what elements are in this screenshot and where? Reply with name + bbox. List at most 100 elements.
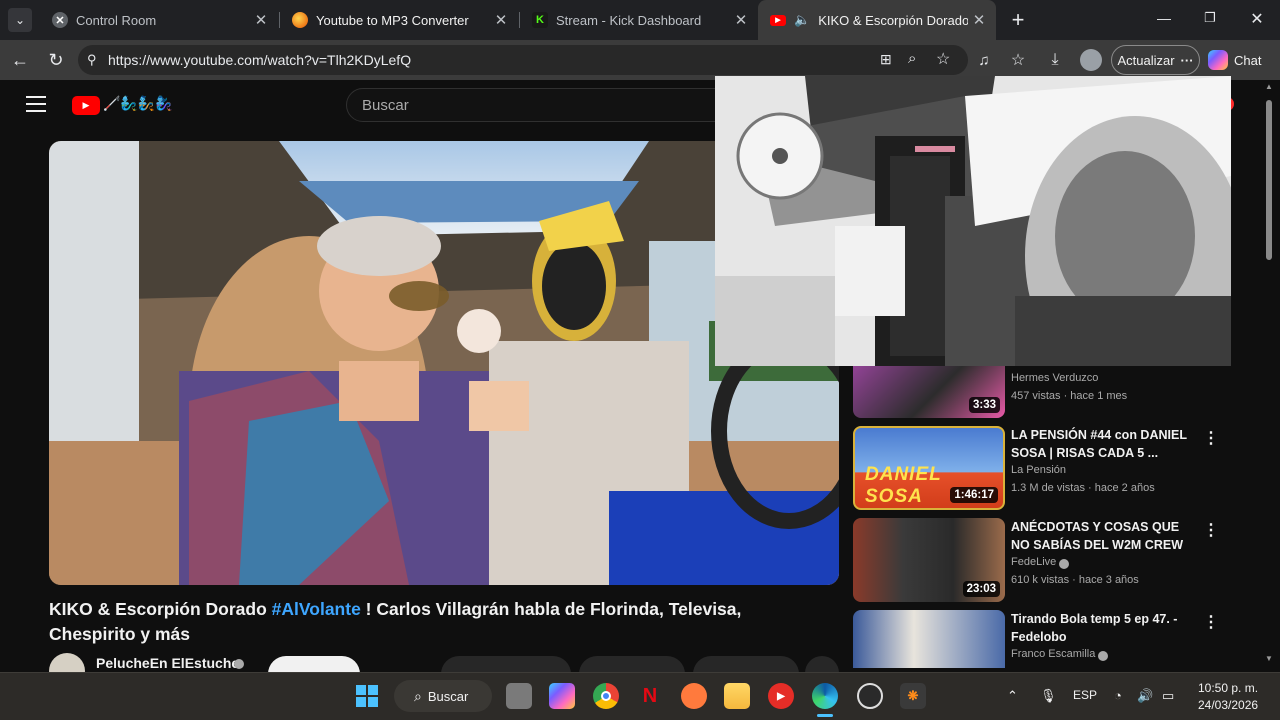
recommendation-item[interactable]: DANIEL SOSA 1:46:17 LA PENSIÓN #44 con D… [853, 426, 1225, 510]
youtube-favicon: ▶ [770, 14, 786, 26]
scrollbar-thumb[interactable] [1266, 100, 1272, 260]
back-arrow-icon[interactable]: ← [8, 48, 32, 72]
search-icon: ⌕ [414, 687, 422, 704]
browser-tab-strip: ⌄ ✕ Control Room ✕ Youtube to MP3 Conver… [0, 0, 1280, 40]
favorites-icon[interactable]: ☆ [1006, 48, 1030, 72]
more-menu-icon: ··· [1180, 52, 1194, 68]
search-input[interactable]: Buscar [346, 88, 726, 122]
restore-window-icon[interactable]: ❐ [1198, 10, 1222, 30]
video-title: KIKO & Escorpión Dorado #AlVolante ! Car… [49, 597, 829, 647]
active-app-indicator [817, 714, 833, 717]
clock-date[interactable]: 24/03/2026 [1198, 698, 1258, 712]
profile-avatar[interactable] [1080, 49, 1102, 71]
youtube-doodle-emoji: 🦯🧞‍♂️🧞🧞‍♀️ [103, 95, 173, 111]
address-bar[interactable]: ⚲ https://www.youtube.com/watch?v=Tlh2KD… [78, 45, 968, 75]
scroll-down-arrow-icon[interactable]: ▼ [1265, 654, 1273, 663]
verified-badge-icon [1059, 559, 1069, 569]
youtube-logo[interactable]: ▶ [72, 96, 100, 115]
chrome-icon[interactable] [593, 683, 619, 709]
video-title[interactable]: LA PENSIÓN #44 con DANIEL SOSA | RISAS C… [1011, 426, 1201, 462]
speaker-icon[interactable]: 🔈 [794, 12, 810, 28]
show-hidden-icons-icon[interactable]: ⌃ [1007, 688, 1018, 704]
taskbar-search-label: Buscar [427, 688, 469, 704]
channel-name[interactable]: FedeLive [1011, 556, 1056, 568]
video-title-text: KIKO & Escorpión Dorado [49, 599, 272, 619]
windows-start-icon[interactable] [354, 683, 380, 709]
video-thumbnail[interactable]: 3:33 [853, 366, 1005, 418]
streaming-app-icon[interactable] [681, 683, 707, 709]
converter-favicon [292, 12, 308, 28]
recommendation-item[interactable]: Tirando Bola temp 5 ep 47. - Fedelobo Fr… [853, 610, 1225, 668]
hashtag-link[interactable]: #AlVolante [272, 599, 361, 619]
tab-youtube-video[interactable]: ▶ 🔈 KIKO & Escorpión Dorado #Al ✕ [758, 0, 996, 40]
channel-name[interactable]: PelucheEn ElEstuche [96, 655, 239, 671]
wifi-icon[interactable]: ◔ [1114, 688, 1122, 703]
app-available-icon[interactable]: ⊞ [880, 51, 892, 68]
zoom-icon[interactable]: ⌕ [908, 50, 916, 67]
edge-browser-icon[interactable] [812, 683, 838, 709]
task-view-icon[interactable] [506, 683, 532, 709]
more-options-icon[interactable]: ⋮ [1203, 428, 1219, 448]
favorite-star-icon[interactable]: ☆ [936, 49, 950, 69]
downloads-icon[interactable]: ⤓ [1043, 48, 1067, 72]
video-thumbnail[interactable]: 23:03 [853, 518, 1005, 602]
close-tab-icon[interactable]: ✕ [250, 11, 272, 29]
video-meta: 610 k vistas · hace 3 años [1011, 574, 1139, 586]
close-tab-icon[interactable]: ✕ [490, 11, 512, 29]
video-meta: 1.3 M de vistas · hace 2 años [1011, 482, 1155, 494]
youtube-app-icon[interactable]: ▶ [768, 683, 794, 709]
channel-name[interactable]: La Pensión [1011, 464, 1066, 476]
copilot-icon [1208, 50, 1228, 70]
kick-favicon: K [532, 12, 548, 28]
channel-name[interactable]: Hermes Verduzco [1011, 372, 1098, 384]
control-room-favicon: ✕ [52, 12, 68, 28]
close-window-icon[interactable]: ✕ [1245, 9, 1269, 29]
hamburger-menu-icon[interactable] [26, 96, 46, 112]
obs-icon[interactable] [857, 683, 883, 709]
tab-control-room[interactable]: ✕ Control Room ✕ [40, 0, 278, 40]
clock-time[interactable]: 10:50 p. m. [1198, 681, 1258, 695]
update-browser-button[interactable]: Actualizar ··· [1111, 45, 1200, 75]
more-options-icon[interactable]: ⋮ [1203, 520, 1219, 540]
search-placeholder: Buscar [362, 96, 409, 114]
minimize-window-icon[interactable]: — [1152, 10, 1176, 30]
file-explorer-icon[interactable] [724, 683, 750, 709]
tab-title: Control Room [76, 12, 157, 28]
recommendation-item[interactable]: 23:03 ANÉCDOTAS Y COSAS QUE NO SABÍAS DE… [853, 518, 1225, 602]
browser-essentials-icon[interactable]: ♫ [972, 48, 996, 72]
copilot-chat-button[interactable]: Chat [1208, 45, 1274, 75]
duration-badge: 1:46:17 [950, 487, 998, 503]
fl-studio-icon[interactable]: ❋ [900, 683, 926, 709]
more-options-icon[interactable]: ⋮ [1203, 612, 1219, 632]
microphone-icon[interactable]: 🎙 [1040, 688, 1057, 704]
volume-icon[interactable]: 🔊 [1137, 688, 1153, 704]
video-thumbnail[interactable]: DANIEL SOSA 1:46:17 [853, 426, 1005, 510]
site-info-icon[interactable]: ⚲ [87, 52, 97, 68]
video-thumbnail[interactable] [853, 610, 1005, 668]
channel-name[interactable]: Franco Escamilla [1011, 648, 1095, 660]
recommendation-item[interactable]: 3:33 Hermes Verduzco 457 vistas · hace 1… [853, 366, 1225, 418]
verified-badge-icon [1098, 651, 1108, 661]
language-indicator[interactable]: ESP [1073, 688, 1097, 702]
netflix-icon[interactable]: N [637, 683, 663, 709]
channel-row: PelucheEn ElEstuche [49, 652, 839, 692]
tab-kick-dashboard[interactable]: K Stream - Kick Dashboard ✕ [520, 0, 758, 40]
copilot-taskbar-icon[interactable] [549, 683, 575, 709]
battery-icon[interactable]: ▭ [1162, 688, 1174, 704]
tab-title: Stream - Kick Dashboard [556, 12, 702, 28]
tab-title: KIKO & Escorpión Dorado #Al [818, 12, 968, 28]
close-tab-icon[interactable]: ✕ [968, 11, 990, 29]
video-title[interactable]: Tirando Bola temp 5 ep 47. - Fedelobo [1011, 610, 1201, 646]
tab-title: Youtube to MP3 Converter [316, 12, 469, 28]
webcam-image [715, 76, 1231, 366]
tab-list-dropdown-button[interactable]: ⌄ [8, 8, 32, 32]
reload-icon[interactable]: ↻ [44, 48, 68, 72]
page-scrollbar[interactable]: ▲ ▼ [1262, 80, 1276, 670]
taskbar-search[interactable]: ⌕ Buscar [394, 680, 492, 712]
close-tab-icon[interactable]: ✕ [730, 11, 752, 29]
scroll-up-arrow-icon[interactable]: ▲ [1265, 82, 1273, 91]
update-label: Actualizar [1117, 52, 1175, 68]
tab-youtube-mp3[interactable]: Youtube to MP3 Converter ✕ [280, 0, 518, 40]
new-tab-button[interactable]: + [1006, 7, 1030, 32]
video-title[interactable]: ANÉCDOTAS Y COSAS QUE NO SABÍAS DEL W2M … [1011, 518, 1201, 554]
